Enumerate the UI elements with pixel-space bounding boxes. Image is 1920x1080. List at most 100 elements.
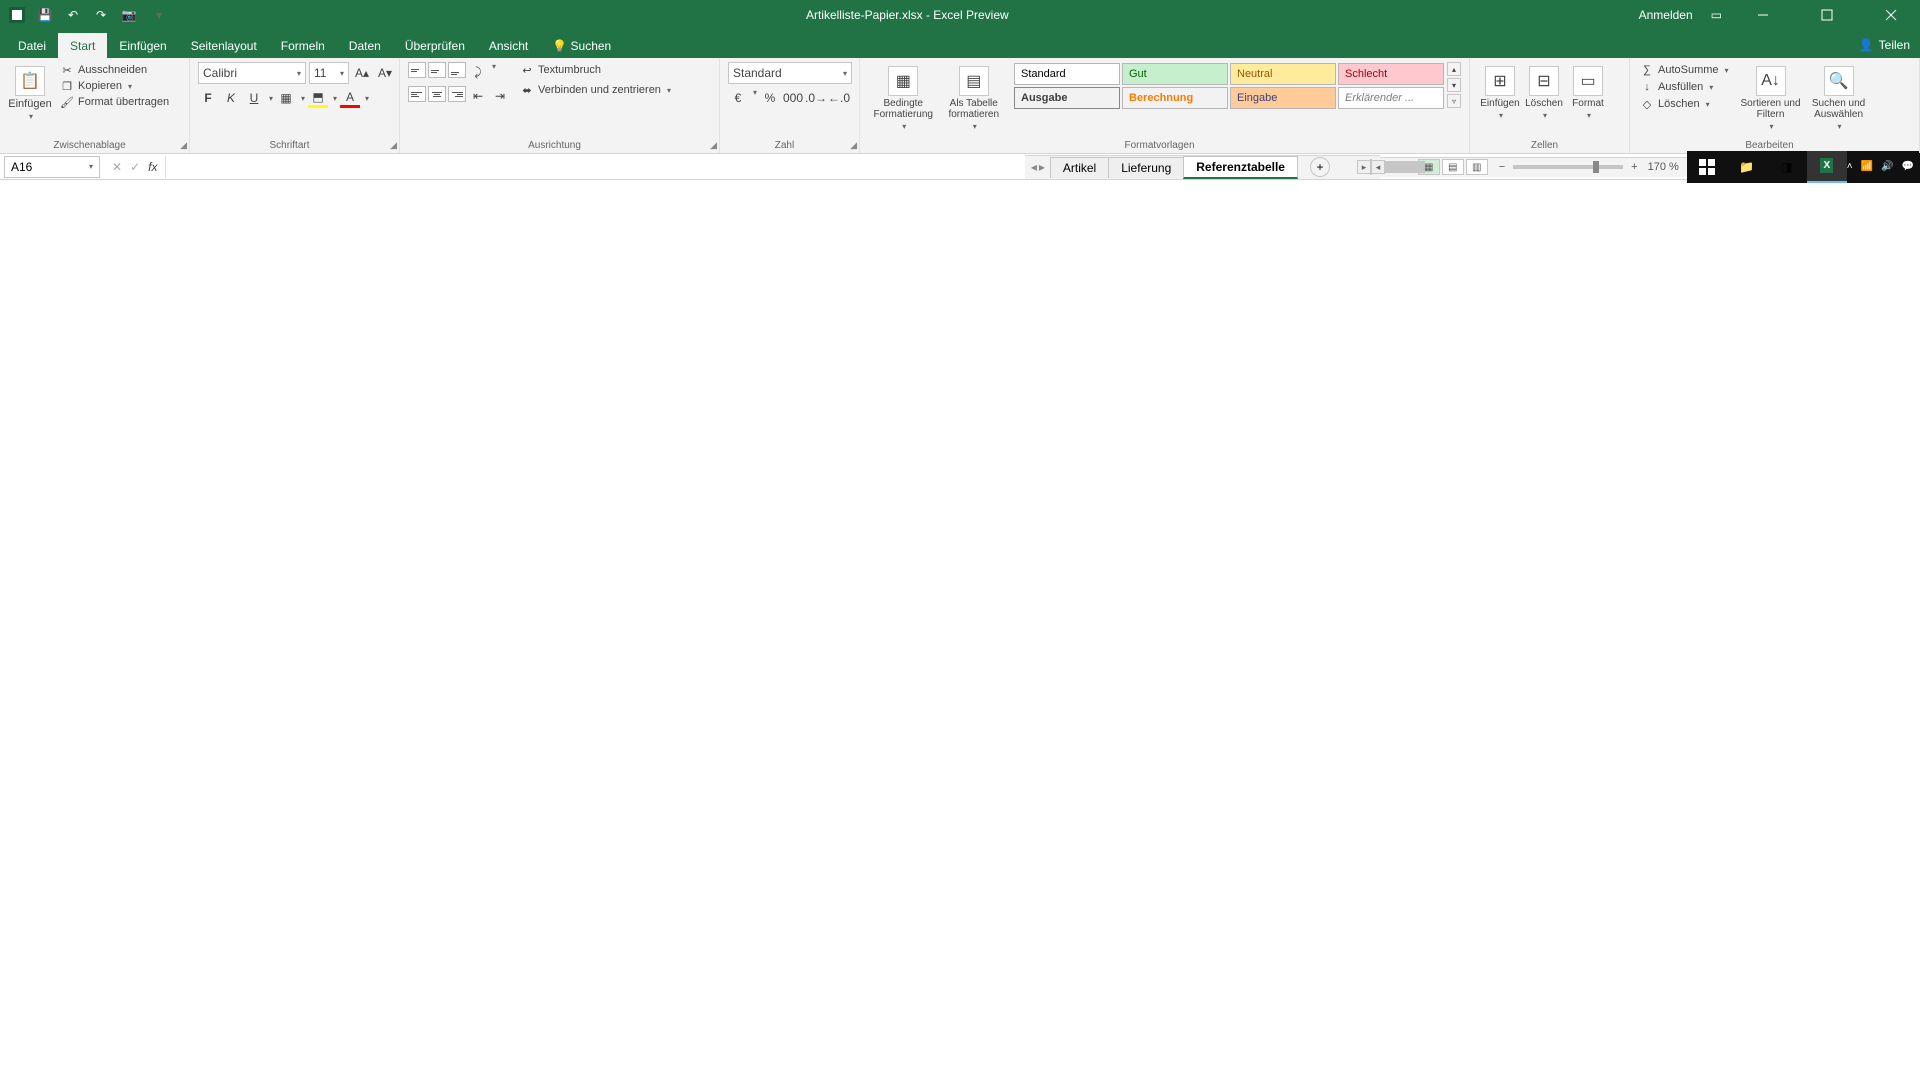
sheet-tab-referenztabelle[interactable]: Referenztabelle bbox=[1183, 156, 1298, 179]
delete-cells-button[interactable]: ⊟Löschen▾ bbox=[1522, 62, 1566, 120]
styles-down-icon[interactable]: ▾ bbox=[1447, 78, 1461, 92]
start-button[interactable] bbox=[1687, 151, 1727, 183]
taskbar-app-button[interactable]: ◨ bbox=[1767, 151, 1807, 183]
file-explorer-button[interactable]: 📁 bbox=[1727, 151, 1767, 183]
font-color-button[interactable]: A bbox=[340, 88, 360, 108]
launcher-icon[interactable]: ◢ bbox=[710, 140, 717, 151]
minimize-button[interactable] bbox=[1740, 0, 1786, 30]
align-middle-icon[interactable] bbox=[428, 62, 446, 78]
tab-ansicht[interactable]: Ansicht bbox=[477, 33, 540, 58]
tab-start[interactable]: Start bbox=[58, 33, 107, 58]
wrap-text-button[interactable]: ↩Textumbruch bbox=[518, 62, 673, 78]
style-neutral[interactable]: Neutral bbox=[1230, 63, 1336, 85]
align-left-icon[interactable] bbox=[408, 86, 426, 102]
style-erklaerender[interactable]: Erklärender ... bbox=[1338, 87, 1444, 109]
copy-button[interactable]: ❐Kopieren▾ bbox=[58, 78, 171, 94]
formula-input[interactable] bbox=[165, 156, 1024, 178]
underline-button[interactable]: U bbox=[244, 88, 264, 108]
style-berechnung[interactable]: Berechnung bbox=[1122, 87, 1228, 109]
cancel-formula-icon[interactable]: ✕ bbox=[112, 160, 122, 174]
decimal-decrease-icon[interactable]: ←.0 bbox=[829, 88, 849, 108]
save-icon[interactable]: 💾 bbox=[36, 6, 54, 24]
scroll-thumb[interactable] bbox=[1385, 161, 1425, 173]
bold-button[interactable]: F bbox=[198, 88, 218, 108]
italic-button[interactable]: K bbox=[221, 88, 241, 108]
font-select[interactable]: Calibri▾ bbox=[198, 62, 306, 84]
style-schlecht[interactable]: Schlecht bbox=[1338, 63, 1444, 85]
page-break-view-button[interactable]: ▥ bbox=[1466, 159, 1488, 175]
undo-icon[interactable]: ↶ bbox=[64, 6, 82, 24]
tray-notifications-icon[interactable]: 💬 bbox=[1902, 161, 1914, 172]
decimal-increase-icon[interactable]: .0→ bbox=[806, 88, 826, 108]
enter-formula-icon[interactable]: ✓ bbox=[130, 160, 140, 174]
qat-more-icon[interactable]: ▾ bbox=[150, 6, 168, 24]
font-size-select[interactable]: 11▾ bbox=[309, 62, 349, 84]
tab-ueberpruefen[interactable]: Überprüfen bbox=[393, 33, 477, 58]
percent-icon[interactable]: % bbox=[760, 88, 780, 108]
paste-button[interactable]: 📋 Einfügen ▾ bbox=[8, 62, 52, 121]
sheet-tab-artikel[interactable]: Artikel bbox=[1050, 157, 1109, 178]
scroll-right-icon[interactable]: ▸ bbox=[1357, 160, 1371, 174]
indent-increase-icon[interactable]: ⇥ bbox=[490, 86, 510, 106]
zoom-thumb[interactable] bbox=[1593, 161, 1599, 173]
clear-button[interactable]: ◇Löschen▾ bbox=[1638, 96, 1731, 112]
sheet-nav-last-icon[interactable]: ▸ bbox=[1039, 160, 1045, 174]
name-box[interactable]: A16▾ bbox=[4, 156, 100, 178]
launcher-icon[interactable]: ◢ bbox=[180, 140, 187, 151]
style-standard[interactable]: Standard bbox=[1014, 63, 1120, 85]
align-top-icon[interactable] bbox=[408, 62, 426, 78]
align-bottom-icon[interactable] bbox=[448, 62, 466, 78]
format-as-table-button[interactable]: ▤ Als Tabelle formatieren▾ bbox=[939, 62, 1010, 131]
align-right-icon[interactable] bbox=[448, 86, 466, 102]
tray-up-icon[interactable]: ˄ bbox=[1847, 161, 1853, 172]
tab-datei[interactable]: Datei bbox=[6, 33, 58, 58]
format-cells-button[interactable]: ▭Format▾ bbox=[1566, 62, 1610, 120]
tray-network-icon[interactable]: 📶 bbox=[1861, 161, 1873, 172]
tab-seitenlayout[interactable]: Seitenlayout bbox=[179, 33, 269, 58]
tab-daten[interactable]: Daten bbox=[337, 33, 393, 58]
increase-font-icon[interactable]: A▴ bbox=[352, 63, 372, 83]
align-center-icon[interactable] bbox=[428, 86, 446, 102]
launcher-icon[interactable]: ◢ bbox=[850, 140, 857, 151]
share-button[interactable]: 👤 Teilen bbox=[1849, 32, 1920, 58]
autosum-button[interactable]: ∑AutoSumme▾ bbox=[1638, 62, 1731, 78]
excel-taskbar-button[interactable]: X bbox=[1807, 151, 1847, 183]
tray-sound-icon[interactable]: 🔊 bbox=[1881, 161, 1893, 172]
fill-button[interactable]: ↓Ausfüllen▾ bbox=[1638, 79, 1731, 95]
currency-icon[interactable]: € bbox=[728, 88, 748, 108]
style-eingabe[interactable]: Eingabe bbox=[1230, 87, 1336, 109]
decrease-font-icon[interactable]: A▾ bbox=[375, 63, 395, 83]
fx-icon[interactable]: fx bbox=[148, 160, 157, 174]
zoom-level[interactable]: 170 % bbox=[1648, 161, 1679, 173]
maximize-button[interactable] bbox=[1804, 0, 1850, 30]
style-gut[interactable]: Gut bbox=[1122, 63, 1228, 85]
camera-icon[interactable]: 📷 bbox=[120, 6, 138, 24]
find-select-button[interactable]: 🔍Suchen und Auswählen▾ bbox=[1805, 62, 1873, 131]
signin-link[interactable]: Anmelden bbox=[1639, 8, 1693, 22]
sort-filter-button[interactable]: A↓Sortieren und Filtern▾ bbox=[1737, 62, 1805, 131]
cut-button[interactable]: ✂Ausschneiden bbox=[58, 62, 171, 78]
indent-decrease-icon[interactable]: ⇤ bbox=[468, 86, 488, 106]
horizontal-scrollbar[interactable]: ◂ ▸ bbox=[1370, 159, 1372, 175]
conditional-format-button[interactable]: ▦ Bedingte Formatierung▾ bbox=[868, 62, 939, 131]
redo-icon[interactable]: ↷ bbox=[92, 6, 110, 24]
page-layout-view-button[interactable]: ▤ bbox=[1442, 159, 1464, 175]
insert-cells-button[interactable]: ⊞Einfügen▾ bbox=[1478, 62, 1522, 120]
close-button[interactable] bbox=[1868, 0, 1914, 30]
merge-center-button[interactable]: ⬌Verbinden und zentrieren▾ bbox=[518, 82, 673, 98]
zoom-out-button[interactable]: − bbox=[1499, 161, 1505, 173]
ribbon-display-icon[interactable]: ▭ bbox=[1711, 8, 1722, 22]
thousands-icon[interactable]: 000 bbox=[783, 88, 803, 108]
tab-formeln[interactable]: Formeln bbox=[269, 33, 337, 58]
orientation-icon[interactable]: ⤸ bbox=[468, 62, 488, 82]
tab-einfuegen[interactable]: Einfügen bbox=[107, 33, 178, 58]
tell-me[interactable]: 💡 Suchen bbox=[540, 33, 623, 58]
styles-up-icon[interactable]: ▴ bbox=[1447, 62, 1461, 76]
scroll-left-icon[interactable]: ◂ bbox=[1371, 160, 1385, 174]
launcher-icon[interactable]: ◢ bbox=[390, 140, 397, 151]
border-button[interactable]: ▦ bbox=[276, 88, 296, 108]
format-painter-button[interactable]: 🖌Format übertragen bbox=[58, 94, 171, 110]
number-format-select[interactable]: Standard▾ bbox=[728, 62, 852, 84]
zoom-in-button[interactable]: + bbox=[1631, 161, 1637, 173]
add-sheet-button[interactable]: + bbox=[1310, 157, 1330, 177]
